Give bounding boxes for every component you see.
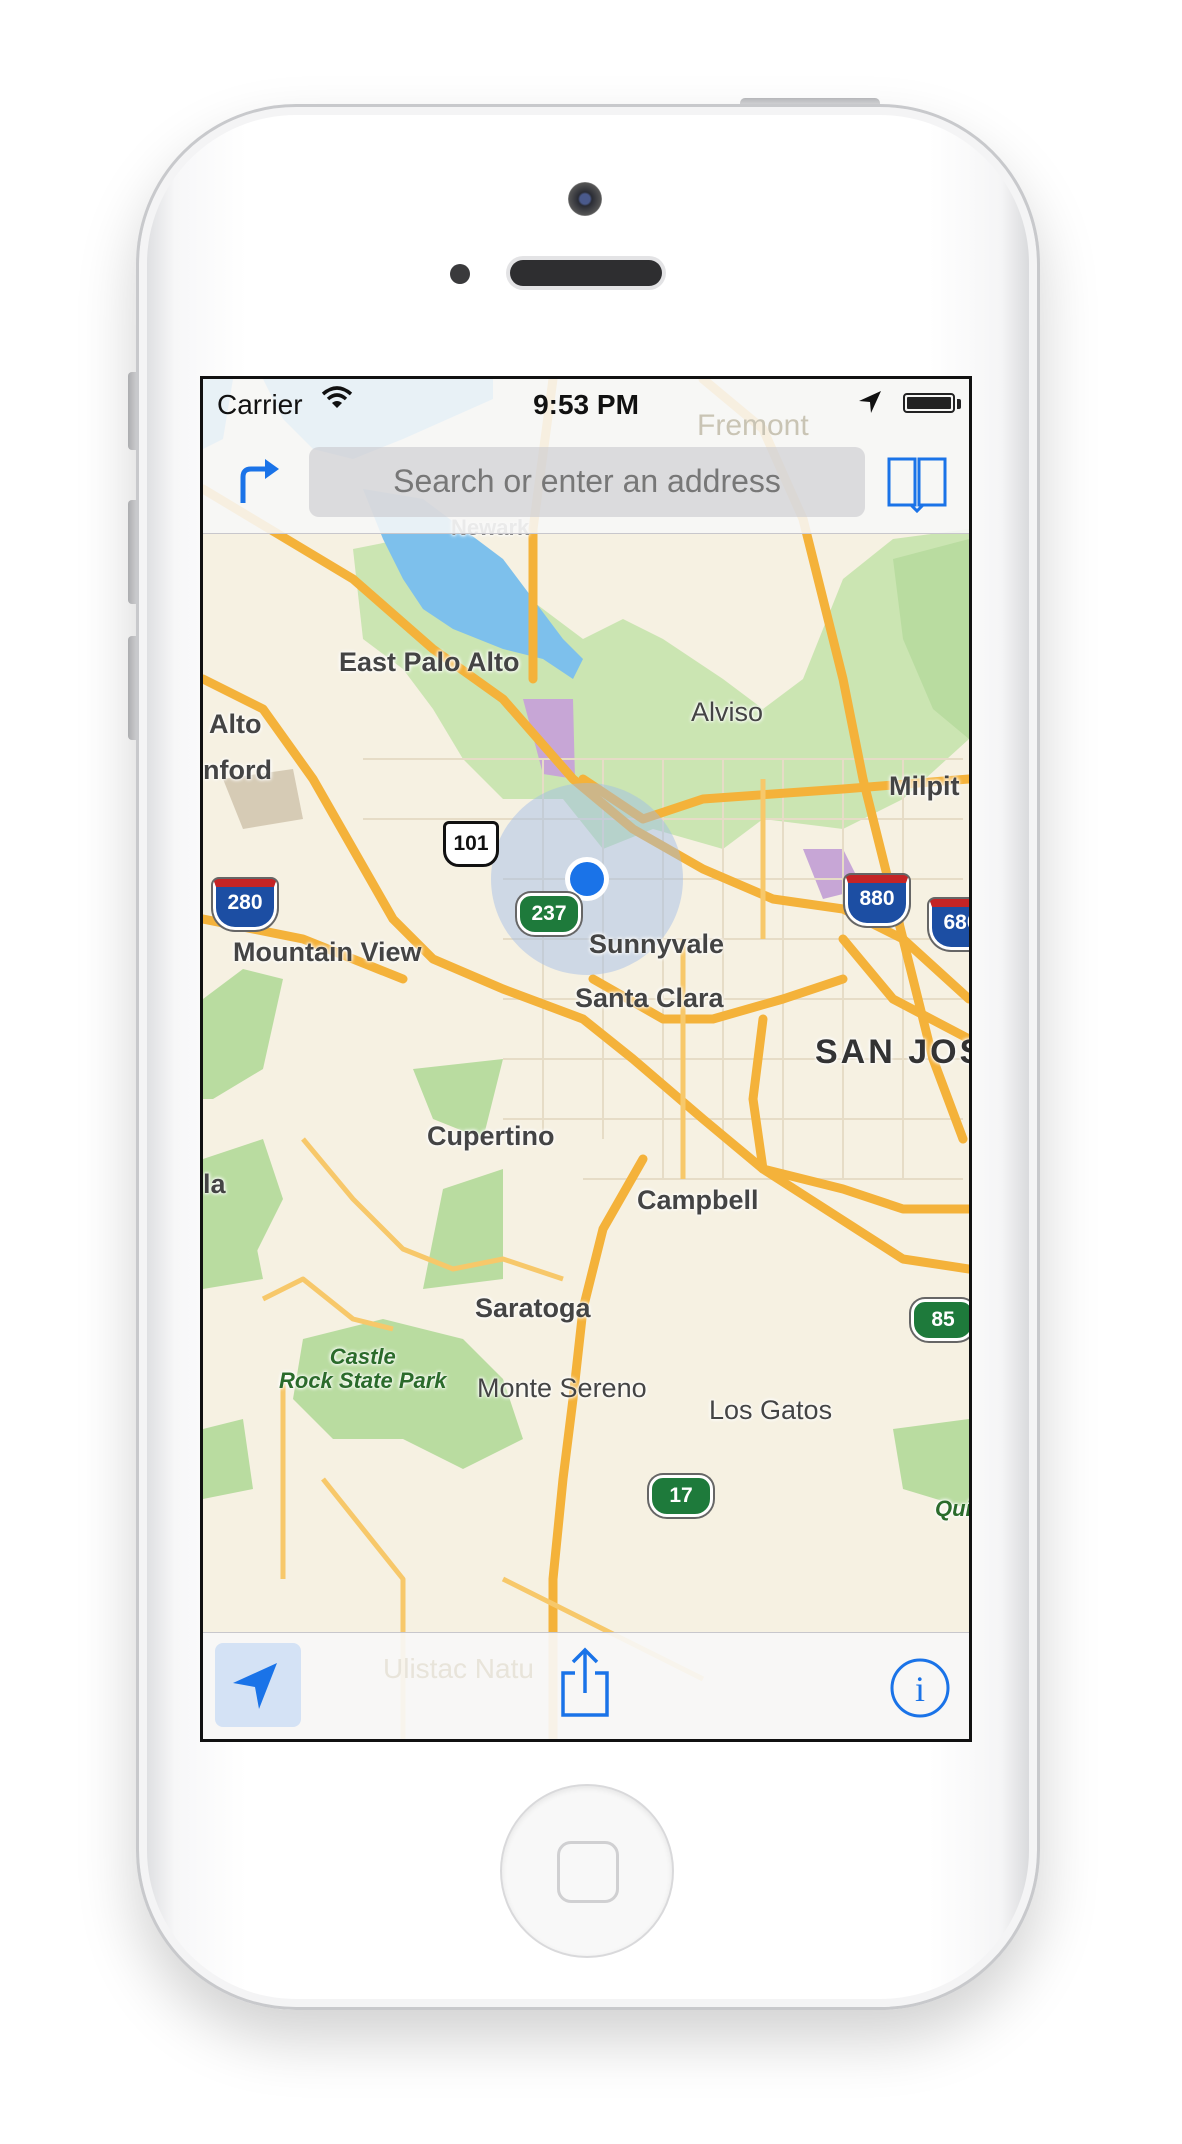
park-w4 (203, 1229, 263, 1289)
share-icon (561, 1647, 609, 1717)
proximity-sensor (450, 264, 470, 284)
map-label-palo-alto: Alto (209, 709, 262, 739)
svg-text:i: i (915, 1669, 925, 1709)
map-label-monte-sereno: Monte Sereno (477, 1373, 647, 1403)
home-square-icon (557, 1841, 619, 1903)
map-label-alviso: Alviso (691, 697, 764, 727)
map-label-mountain-view: Mountain View (233, 937, 422, 967)
faded-map-label-ulistac: Ulistac Natu (383, 1653, 534, 1684)
status-bar: Carrier 9:53 PM (203, 379, 969, 431)
shield-i280: 280 (213, 879, 277, 930)
directions-button[interactable] (233, 451, 287, 507)
info-button[interactable]: i (889, 1657, 951, 1719)
phone-screen: East Palo Alto Alto nford Alviso Milpit … (200, 376, 972, 1742)
map-label-sunnyvale: Sunnyvale (589, 929, 725, 959)
map-label-san-jose: SAN JOS (815, 1033, 972, 1071)
battery-cap (957, 399, 961, 409)
status-time: 9:53 PM (533, 389, 639, 420)
directions-arrow-icon (240, 459, 279, 503)
shield-i880: 880 (845, 875, 909, 926)
map-label-castle-rock-park: Castle Rock State Park (279, 1345, 447, 1393)
earpiece-speaker (510, 260, 662, 286)
map-label-west-edge: la (203, 1169, 226, 1199)
search-field[interactable]: Search or enter an address (309, 447, 865, 517)
map-label-stanford: nford (203, 755, 272, 785)
shield-us101: 101 (443, 821, 499, 867)
map-label-cupertino: Cupertino (427, 1121, 555, 1151)
map-label-east-palo-alto: East Palo Alto (339, 647, 520, 677)
shield-i680: 680 (929, 899, 969, 950)
park-label-line2: Rock State Park (279, 1368, 447, 1393)
map-label-santa-clara: Santa Clara (575, 983, 724, 1013)
battery-indicator (903, 393, 955, 413)
map-label-saratoga: Saratoga (475, 1293, 591, 1323)
search-placeholder: Search or enter an address (393, 463, 781, 499)
bookmarks-book-icon (887, 457, 947, 514)
map-label-campbell: Campbell (637, 1185, 759, 1215)
location-services-icon (859, 391, 881, 413)
map-label-los-gatos: Los Gatos (709, 1395, 833, 1425)
user-location-dot[interactable] (570, 862, 604, 896)
tracking-button[interactable] (215, 1643, 301, 1727)
park-label-line1: Qui (935, 1496, 972, 1521)
share-button[interactable] (555, 1647, 615, 1719)
location-arrow-icon (233, 1663, 277, 1709)
shield-sr85: 85 (911, 1299, 969, 1341)
info-icon: i (890, 1658, 950, 1718)
bookmarks-button[interactable] (885, 451, 949, 514)
home-button[interactable] (500, 1784, 674, 1958)
battery-fill (907, 397, 951, 409)
map-label-east-park: Qui (935, 1496, 972, 1521)
park-label-line1: Castle (329, 1344, 396, 1369)
front-camera (568, 182, 602, 216)
bottom-toolbar: Ulistac Natu i (203, 1632, 969, 1739)
map-label-milpitas: Milpit (889, 771, 960, 801)
map-view[interactable]: East Palo Alto Alto nford Alviso Milpit … (203, 379, 969, 1739)
shield-sr237: 237 (517, 893, 581, 935)
shield-sr17: 17 (649, 1475, 713, 1517)
